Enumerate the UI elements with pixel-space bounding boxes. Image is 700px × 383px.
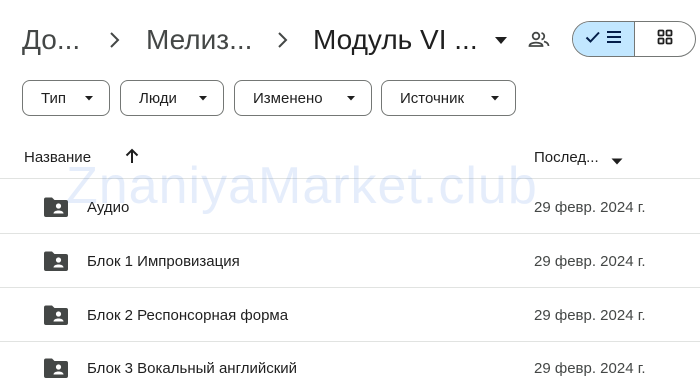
chevron-right-icon <box>274 28 292 57</box>
check-icon <box>585 30 601 49</box>
breadcrumb-item-parent[interactable]: Мелиз... <box>146 24 252 56</box>
divider <box>0 178 700 179</box>
file-name: Блок 1 Импровизация <box>87 253 240 270</box>
divider <box>0 287 700 288</box>
arrow-drop-down-icon <box>347 96 355 101</box>
filter-people[interactable]: Люди <box>120 80 224 116</box>
grid-view-icon <box>657 29 673 50</box>
file-name: Аудио <box>87 199 130 216</box>
breadcrumb-item-root[interactable]: До... <box>22 24 80 56</box>
file-name: Блок 2 Респонсорная форма <box>87 307 289 324</box>
arrow-upward-icon[interactable] <box>124 147 140 170</box>
file-name: Блок 3 Вокальный английский <box>87 360 298 377</box>
modified-date: 29 февр. 2024 г. <box>534 307 646 324</box>
arrow-drop-down-icon <box>85 96 93 101</box>
shared-folder-icon <box>44 305 68 330</box>
people-icon[interactable] <box>528 30 550 55</box>
filter-label: Изменено <box>253 89 323 107</box>
modified-date: 29 февр. 2024 г. <box>534 360 646 377</box>
shared-folder-icon <box>44 358 68 383</box>
chevron-right-icon <box>106 28 124 57</box>
divider <box>0 341 700 342</box>
list-view-button[interactable] <box>573 22 635 56</box>
list-view-icon <box>606 30 622 49</box>
filter-label: Источник <box>400 89 465 107</box>
arrow-drop-down-icon <box>491 96 499 101</box>
filter-label: Тип <box>41 89 67 107</box>
shared-folder-icon <box>44 251 68 276</box>
divider <box>0 233 700 234</box>
view-toggle <box>572 21 696 57</box>
modified-date: 29 февр. 2024 г. <box>534 253 646 270</box>
column-header-modified[interactable]: Послед... <box>534 149 599 166</box>
grid-view-button[interactable] <box>635 22 696 56</box>
filter-modified[interactable]: Изменено <box>234 80 372 116</box>
column-header-name[interactable]: Название <box>24 149 91 166</box>
arrow-drop-down-icon <box>199 96 207 101</box>
shared-folder-icon <box>44 197 68 222</box>
arrow-drop-down-icon[interactable] <box>610 153 624 171</box>
modified-date: 29 февр. 2024 г. <box>534 199 646 216</box>
filter-type[interactable]: Тип <box>22 80 110 116</box>
filter-source[interactable]: Источник <box>381 80 516 116</box>
arrow-drop-down-icon[interactable] <box>492 34 510 52</box>
filter-label: Люди <box>139 89 177 107</box>
breadcrumb-item-current[interactable]: Модуль VI ... <box>313 24 478 56</box>
